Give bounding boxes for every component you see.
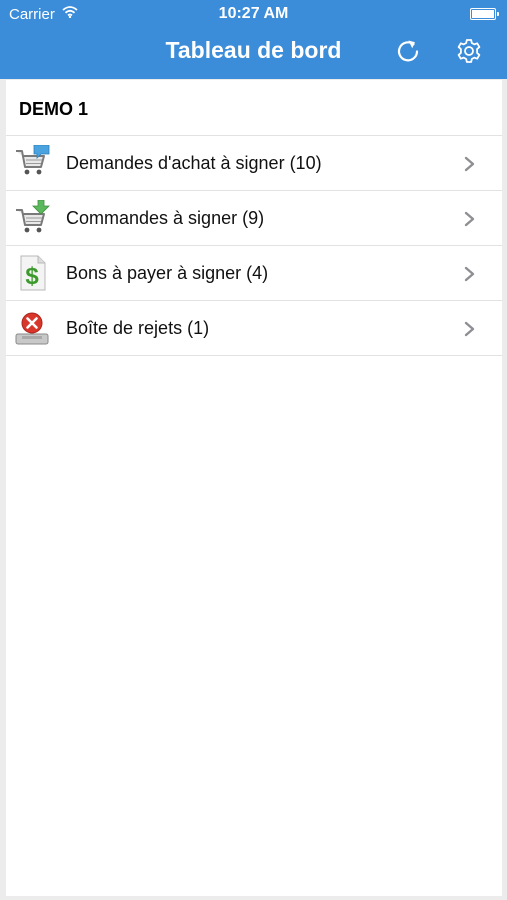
chevron-right-icon <box>464 211 475 227</box>
list-item-orders[interactable]: Commandes à signer (9) <box>6 191 502 246</box>
chevron-right-icon <box>464 156 475 172</box>
battery-icon <box>470 8 499 20</box>
gear-icon[interactable] <box>454 36 484 66</box>
status-bar: Carrier 10:27 AM <box>0 0 507 27</box>
refresh-icon[interactable] <box>393 36 423 66</box>
cart-comment-icon <box>16 145 50 175</box>
status-time: 10:27 AM <box>218 5 289 22</box>
dashboard-panel: DEMO 1 Demandes d'achat à signer (10) Co… <box>6 80 502 896</box>
section-header: DEMO 1 <box>6 80 502 136</box>
cart-add-icon <box>16 200 50 233</box>
list-item-reject-box[interactable]: Boîte de rejets (1) <box>6 301 502 356</box>
list-item-payment-vouchers[interactable]: $ Bons à payer à signer (4) <box>6 246 502 301</box>
list-item-label: Bons à payer à signer (4) <box>66 263 269 283</box>
svg-text:$: $ <box>25 263 39 290</box>
chevron-right-icon <box>464 266 475 282</box>
list-item-label: Commandes à signer (9) <box>66 208 265 228</box>
list-item-label: Boîte de rejets (1) <box>66 318 210 338</box>
reject-inbox-icon <box>15 312 49 345</box>
dollar-document-icon: $ <box>20 255 46 291</box>
list-item-label: Demandes d'achat à signer (10) <box>66 153 322 173</box>
chevron-right-icon <box>464 321 475 337</box>
navigation-bar: Carrier 10:27 AM Tableau de bord <box>0 0 507 79</box>
list-item-purchase-requests[interactable]: Demandes d'achat à signer (10) <box>6 136 502 191</box>
page-title: Tableau de bord <box>165 37 342 63</box>
